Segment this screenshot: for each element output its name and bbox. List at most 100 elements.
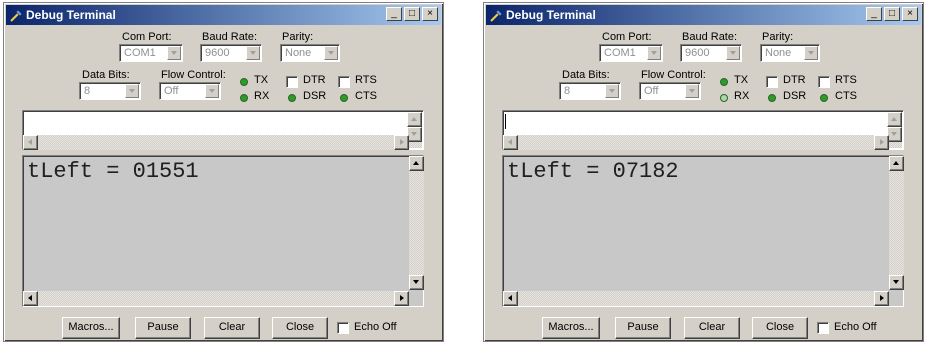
chevron-down-icon[interactable] <box>324 46 338 60</box>
transmit-horizontal-scrollbar[interactable] <box>503 135 889 150</box>
maximize-button[interactable]: □ <box>404 7 420 21</box>
chevron-down-icon[interactable] <box>804 46 818 60</box>
chevron-down-icon[interactable] <box>726 46 740 60</box>
receive-horizontal-scrollbar[interactable] <box>503 291 889 306</box>
scroll-down-icon[interactable] <box>407 127 422 142</box>
data-bits-select[interactable]: 8 <box>79 82 141 100</box>
parity-select[interactable]: None <box>760 44 820 62</box>
dsr-label: DSR <box>303 90 327 102</box>
cts-led-icon <box>820 94 828 102</box>
transmit-horizontal-scrollbar[interactable] <box>23 135 409 150</box>
receive-vertical-scrollbar[interactable] <box>409 156 424 290</box>
chevron-down-icon[interactable] <box>125 84 139 98</box>
scroll-right-icon[interactable] <box>394 135 409 150</box>
close-button[interactable]: Close <box>272 317 328 339</box>
data-bits-value: 8 <box>564 85 571 97</box>
chevron-down-icon[interactable] <box>246 46 260 60</box>
scroll-right-icon[interactable] <box>874 291 889 306</box>
scroll-up-icon[interactable] <box>889 156 904 171</box>
clear-button[interactable]: Clear <box>684 317 740 339</box>
com-port-select[interactable]: COM1 <box>119 44 183 62</box>
macros-button[interactable]: Macros... <box>62 317 120 339</box>
parity-label: Parity: <box>762 31 794 43</box>
close-window-button[interactable]: × <box>902 7 918 21</box>
tx-led-icon <box>720 78 728 86</box>
dtr-label: DTR <box>303 74 326 86</box>
scroll-right-icon[interactable] <box>874 135 889 150</box>
receive-pane[interactable]: tLeft = 01551 <box>22 155 424 307</box>
rts-label: RTS <box>835 74 857 86</box>
title-bar[interactable]: Debug Terminal _ □ × <box>6 5 441 25</box>
tx-label: TX <box>254 74 269 86</box>
receive-vertical-scrollbar[interactable] <box>889 156 904 290</box>
pause-button[interactable]: Pause <box>615 317 671 339</box>
dtr-checkbox[interactable] <box>766 76 778 88</box>
data-bits-select[interactable]: 8 <box>559 82 621 100</box>
receive-horizontal-scrollbar[interactable] <box>23 291 409 306</box>
scroll-left-icon[interactable] <box>503 291 518 306</box>
rts-checkbox[interactable] <box>338 76 350 88</box>
tx-led-icon <box>240 78 248 86</box>
dtr-checkbox[interactable] <box>286 76 298 88</box>
window-title: Debug Terminal <box>26 8 116 22</box>
chevron-down-icon[interactable] <box>205 84 219 98</box>
parity-select[interactable]: None <box>280 44 340 62</box>
close-window-button[interactable]: × <box>422 7 438 21</box>
com-port-label: Com Port: <box>122 31 172 43</box>
scroll-up-icon[interactable] <box>409 156 424 171</box>
flow-control-select[interactable]: Off <box>159 82 221 100</box>
scroll-up-icon[interactable] <box>407 112 422 127</box>
close-button[interactable]: Close <box>752 317 808 339</box>
maximize-button[interactable]: □ <box>884 7 900 21</box>
scroll-left-icon[interactable] <box>23 291 38 306</box>
com-port-label: Com Port: <box>602 31 652 43</box>
echo-off-label: Echo Off <box>354 321 397 333</box>
tx-label: TX <box>734 74 749 86</box>
text-caret <box>505 114 506 129</box>
scroll-down-icon[interactable] <box>889 275 904 290</box>
scroll-left-icon[interactable] <box>503 135 518 150</box>
debug-terminal-window-1: Debug Terminal _ □ × Com Port: COM1 Baud… <box>3 2 444 342</box>
echo-off-checkbox[interactable] <box>817 322 829 334</box>
baud-rate-select[interactable]: 9600 <box>200 44 262 62</box>
dsr-label: DSR <box>783 90 807 102</box>
flow-control-select[interactable]: Off <box>639 82 701 100</box>
flow-control-label: Flow Control: <box>161 69 226 81</box>
minimize-button[interactable]: _ <box>386 7 402 21</box>
title-bar[interactable]: Debug Terminal _ □ × <box>486 5 921 25</box>
rx-led-icon <box>720 94 728 102</box>
echo-off-checkbox[interactable] <box>337 322 349 334</box>
minimize-button[interactable]: _ <box>866 7 882 21</box>
chevron-down-icon[interactable] <box>685 84 699 98</box>
scroll-right-icon[interactable] <box>394 291 409 306</box>
chevron-down-icon[interactable] <box>167 46 181 60</box>
com-port-select[interactable]: COM1 <box>599 44 663 62</box>
debug-terminal-icon <box>490 9 503 22</box>
flow-control-value: Off <box>644 85 659 97</box>
scroll-down-icon[interactable] <box>409 275 424 290</box>
flow-control-value: Off <box>164 85 179 97</box>
pause-button[interactable]: Pause <box>135 317 191 339</box>
chevron-down-icon[interactable] <box>605 84 619 98</box>
dsr-led-icon <box>288 94 296 102</box>
scroll-left-icon[interactable] <box>23 135 38 150</box>
baud-rate-select[interactable]: 9600 <box>680 44 742 62</box>
rx-label: RX <box>254 90 270 102</box>
rts-checkbox[interactable] <box>818 76 830 88</box>
scroll-down-icon[interactable] <box>887 127 902 142</box>
window-title: Debug Terminal <box>506 8 596 22</box>
baud-rate-value: 9600 <box>205 47 230 59</box>
macros-button[interactable]: Macros... <box>542 317 600 339</box>
parity-value: None <box>285 47 312 59</box>
parity-label: Parity: <box>282 31 314 43</box>
data-bits-label: Data Bits: <box>82 69 130 81</box>
scroll-up-icon[interactable] <box>887 112 902 127</box>
parity-value: None <box>765 47 792 59</box>
com-port-value: COM1 <box>124 47 156 59</box>
chevron-down-icon[interactable] <box>647 46 661 60</box>
receive-pane[interactable]: tLeft = 07182 <box>502 155 904 307</box>
debug-terminal-icon <box>10 9 23 22</box>
debug-terminal-window-2: Debug Terminal _ □ × Com Port: COM1 Baud… <box>483 2 924 342</box>
clear-button[interactable]: Clear <box>204 317 260 339</box>
rx-led-icon <box>240 94 248 102</box>
